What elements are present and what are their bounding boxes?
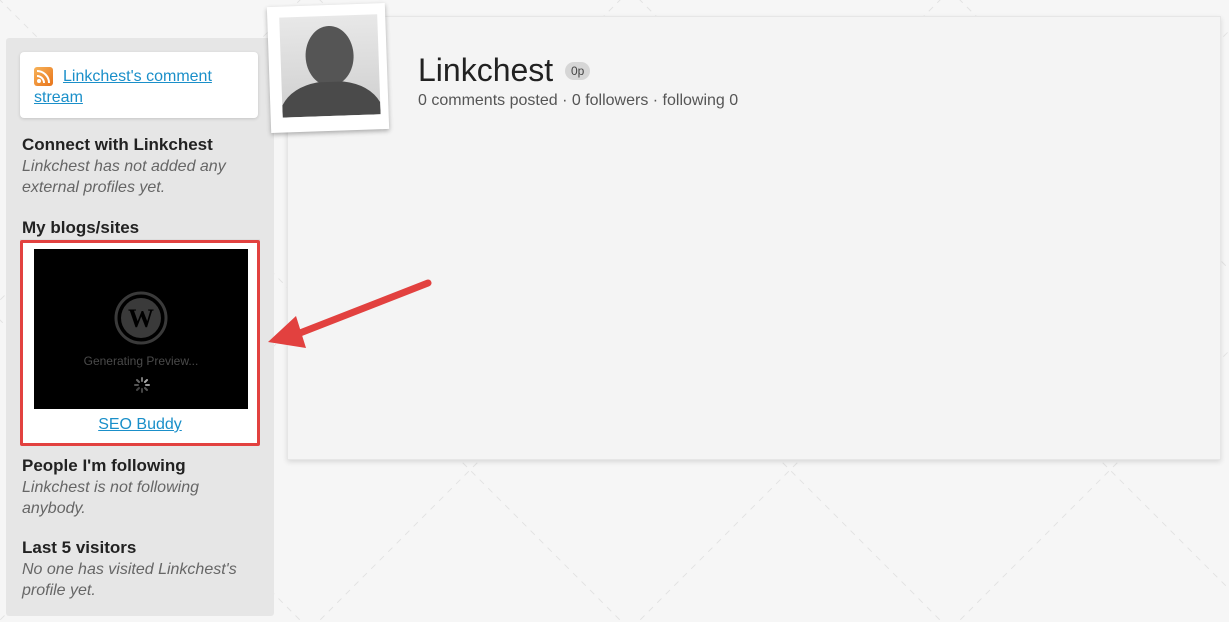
comment-stream-link[interactable]: Linkchest's comment stream xyxy=(34,66,234,108)
highlight-box xyxy=(20,240,260,446)
following-text: Linkchest is not following anybody. xyxy=(22,479,199,517)
following-count: following 0 xyxy=(662,92,739,109)
visitors-text: No one has visited Linkchest's profile y… xyxy=(22,561,237,599)
avatar xyxy=(266,2,390,134)
rss-box: Linkchest's comment stream xyxy=(20,52,258,118)
comments-count: 0 comments posted xyxy=(418,92,558,109)
stats-separator: · xyxy=(648,92,663,109)
connect-title: Connect with Linkchest xyxy=(22,135,213,154)
connect-text: Linkchest has not added any external pro… xyxy=(22,158,226,196)
points-badge: 0p xyxy=(565,62,591,80)
avatar-silhouette-icon xyxy=(279,14,381,118)
visitors-title: Last 5 visitors xyxy=(22,538,137,557)
stats-separator: · xyxy=(557,92,572,109)
profile-username: Linkchest xyxy=(418,52,554,88)
blogs-title: My blogs/sites xyxy=(22,218,140,237)
following-title: People I'm following xyxy=(22,456,186,475)
profile-stats: 0 comments posted · 0 followers · follow… xyxy=(418,92,738,110)
followers-count: 0 followers xyxy=(571,92,649,109)
